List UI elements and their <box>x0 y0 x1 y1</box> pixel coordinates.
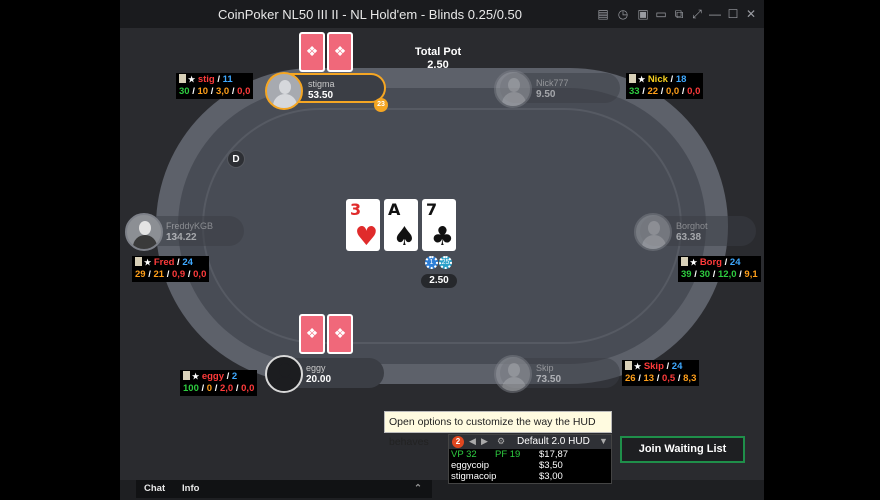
seat-name: eggy <box>306 363 326 373</box>
board-card-2: A ♠ <box>384 199 418 251</box>
prev-icon[interactable]: ◀ <box>469 436 476 447</box>
hud-row-value: $3,50 <box>539 460 563 471</box>
bet-chips: 1 25 <box>425 256 455 270</box>
list-icon[interactable]: ▤ <box>596 7 610 21</box>
notes-icon[interactable] <box>179 74 186 83</box>
hud-borg[interactable]: ★ Borg / 24 39 / 30 / 12,0 / 9,1 <box>678 256 761 282</box>
star-icon: ★ <box>192 372 200 381</box>
hud-nick[interactable]: ★ Nick / 18 33 / 22 / 0,0 / 0,0 <box>626 73 704 99</box>
avatar <box>265 72 303 110</box>
maximize-icon[interactable]: ☐ <box>726 7 740 21</box>
notes-icon[interactable] <box>629 74 636 83</box>
seat-stack: 20.00 <box>306 374 332 385</box>
chip-25: 25 <box>439 256 452 269</box>
title-bar: CoinPoker NL50 III II - NL Hold'em - Bli… <box>120 0 764 28</box>
hud-tooltip: Open options to customize the way the HU… <box>384 411 612 448</box>
hud-skip[interactable]: ★ Skip / 24 26 / 13 / 0,5 / 8,3 <box>622 360 700 386</box>
resize-icon[interactable]: ⧉ <box>672 7 686 21</box>
hud-eggy[interactable]: ★ eggy / 2 100 / 0 / 2,0 / 0,0 <box>180 370 258 396</box>
bet-amount: 2.50 <box>421 274 457 288</box>
gear-icon[interactable]: ⚙ <box>497 436 505 447</box>
star-icon: ★ <box>634 362 642 371</box>
chevron-down-icon[interactable]: ▼ <box>599 436 608 446</box>
hud-row-value: $3,00 <box>539 471 563 482</box>
hud-vp: VP 32 <box>451 449 477 460</box>
tab-info[interactable]: Info <box>182 483 199 494</box>
window-title: CoinPoker NL50 III II - NL Hold'em - Bli… <box>217 7 523 22</box>
join-waiting-list-button[interactable]: Join Waiting List <box>620 436 745 463</box>
next-icon[interactable]: ▶ <box>481 436 488 447</box>
bottom-tab-bar: Chat Info ⌃ <box>136 480 432 498</box>
card-back <box>299 314 325 354</box>
seat-stack: 9.50 <box>536 89 556 100</box>
tables-icon[interactable]: ▭ <box>654 7 668 21</box>
chip-1: 1 <box>425 256 438 269</box>
hud-total: $17,87 <box>539 449 569 460</box>
seat-stack: 53.50 <box>308 90 334 101</box>
notes-icon[interactable] <box>183 371 190 380</box>
notes-icon[interactable] <box>135 257 142 266</box>
card-back <box>327 32 353 72</box>
hud-row-name: eggycoip <box>451 460 490 471</box>
close-icon[interactable]: ✕ <box>744 7 758 21</box>
seat-name: FreddyKGB <box>166 221 214 231</box>
seat-stack: 63.38 <box>676 232 702 243</box>
seat-name: Nick777 <box>536 78 569 88</box>
total-pot-value: 2.50 <box>427 59 449 71</box>
seat-name: Borghot <box>676 221 708 231</box>
notes-icon[interactable] <box>625 361 632 370</box>
hud-badge: 2 <box>452 436 464 448</box>
total-pot: Total Pot 2.50 <box>388 46 488 72</box>
hud-panel-toolbar: 2 ◀ ▶ ⚙ Default 2.0 HUD ▼ <box>449 435 611 449</box>
card-back <box>299 32 325 72</box>
board-card-1: 3 ♥ <box>346 199 380 251</box>
seat-name: Skip <box>536 363 554 373</box>
hud-pf: PF 19 <box>495 449 521 460</box>
notes-icon[interactable] <box>681 257 688 266</box>
expand-icon[interactable]: ⤢ <box>690 7 704 21</box>
star-icon: ★ <box>638 75 646 84</box>
avatar <box>125 213 163 251</box>
avatar <box>265 355 303 393</box>
hud-panel[interactable]: 2 ◀ ▶ ⚙ Default 2.0 HUD ▼ VP 32 PF 19 $1… <box>448 434 612 484</box>
seat-name: stigma <box>308 79 335 89</box>
avatar <box>494 355 532 393</box>
chevron-up-icon[interactable]: ⌃ <box>414 483 422 494</box>
hud-fred[interactable]: ★ Fred / 24 29 / 21 / 0,9 / 0,0 <box>132 256 210 282</box>
tab-chat[interactable]: Chat <box>144 483 165 494</box>
avatar <box>494 70 532 108</box>
poker-table-window: CoinPoker NL50 III II - NL Hold'em - Bli… <box>120 0 764 500</box>
card-back <box>327 314 353 354</box>
avatar <box>634 213 672 251</box>
star-icon: ★ <box>690 258 698 267</box>
hud-profile-select[interactable]: Default 2.0 HUD <box>517 436 590 447</box>
dealer-button: D <box>227 150 245 168</box>
hud-stig[interactable]: ★ stig / 11 30 / 10 / 3,0 / 0,0 <box>176 73 254 99</box>
save-icon[interactable]: ▣ <box>636 7 650 21</box>
star-icon: ★ <box>188 75 196 84</box>
history-icon[interactable]: ◷ <box>616 7 630 21</box>
minimize-icon[interactable]: — <box>708 7 722 21</box>
hud-row-name: stigmacoip <box>451 471 497 482</box>
seat-stack: 73.50 <box>536 374 562 385</box>
action-timer: 23 <box>374 98 388 112</box>
board-card-3: 7 ♣ <box>422 199 456 251</box>
star-icon: ★ <box>144 258 152 267</box>
seat-stack: 134.22 <box>166 232 197 243</box>
total-pot-label: Total Pot <box>414 46 462 58</box>
